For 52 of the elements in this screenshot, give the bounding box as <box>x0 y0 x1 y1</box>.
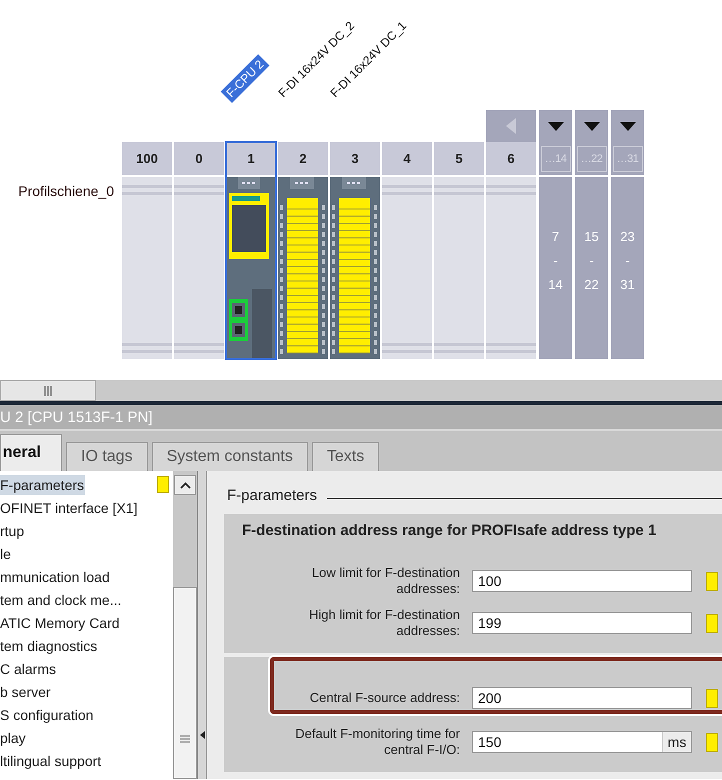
slot-number: 4 <box>382 142 432 175</box>
status-marker-icon <box>706 732 718 752</box>
slot-number: 0 <box>174 142 224 175</box>
tab[interactable]: IO tags <box>66 442 148 471</box>
input-field[interactable]: 150 ms <box>472 731 692 753</box>
grip-icon <box>180 735 190 743</box>
up-caret-icon <box>180 482 190 488</box>
nav-item[interactable]: OFINET interface [X1] <box>0 498 138 518</box>
nav-item[interactable]: b server <box>0 682 52 702</box>
group-heading: F-destination address range for PROFIsafe address type 1 <box>242 522 658 539</box>
input-field[interactable]: 100 <box>472 570 692 592</box>
down-arrow-icon[interactable] <box>584 122 600 130</box>
nav-item[interactable]: S configuration <box>0 704 94 724</box>
field-label: Low limit for F-destination addresses: <box>310 565 460 597</box>
field-label: High limit for F-destination addresses: <box>308 607 460 639</box>
field-label: Central F-source address: <box>310 690 460 706</box>
tab[interactable]: Texts <box>312 442 380 471</box>
slot-number: 2 <box>278 142 328 175</box>
tab[interactable]: neral <box>0 434 62 471</box>
nav-item[interactable]: play <box>0 728 27 748</box>
down-arrow-icon[interactable] <box>548 122 564 130</box>
grip-icon <box>44 386 52 396</box>
nav-item[interactable]: rtup <box>0 520 26 540</box>
nav-item[interactable]: F-parameters <box>0 474 86 494</box>
nav-item[interactable]: ltilingual support <box>0 750 102 770</box>
scroll-up-button[interactable] <box>174 475 196 495</box>
field-label: Default F-monitoring time for central F-I/O: <box>294 726 460 758</box>
nav-item[interactable]: mmunication load <box>0 566 111 586</box>
slot-number: 1 <box>226 142 276 175</box>
nav-item[interactable]: C alarms <box>0 658 58 678</box>
nav-item[interactable]: le <box>0 544 12 564</box>
status-marker-icon <box>706 614 718 632</box>
nav-item[interactable]: tem diagnostics <box>0 636 98 656</box>
nav-item[interactable]: ATIC Memory Card <box>0 612 121 632</box>
slot-number: 100 <box>122 142 172 175</box>
panel-title: U 2 [CPU 1513F-1 PN] <box>0 405 722 431</box>
scrollbar-thumb[interactable] <box>173 587 197 779</box>
section-heading: F-parameters <box>227 487 318 504</box>
input-field[interactable]: 199 <box>472 612 692 634</box>
tab[interactable]: System constants <box>152 442 308 471</box>
left-arrow-icon[interactable] <box>200 731 204 739</box>
input-field[interactable]: 200 <box>472 687 692 709</box>
status-marker-icon <box>706 572 718 590</box>
status-marker-icon <box>706 688 718 708</box>
unit-label: ms <box>662 732 691 752</box>
slot-number: 6 <box>486 142 536 175</box>
slot-number: 5 <box>434 142 484 175</box>
down-arrow-icon[interactable] <box>620 122 636 130</box>
slot-number: 3 <box>330 142 380 175</box>
rail-label: Profilschiene_0 <box>18 183 114 199</box>
nav-item[interactable]: tem and clock me... <box>0 590 122 610</box>
scrollbar-thumb[interactable] <box>0 380 96 401</box>
